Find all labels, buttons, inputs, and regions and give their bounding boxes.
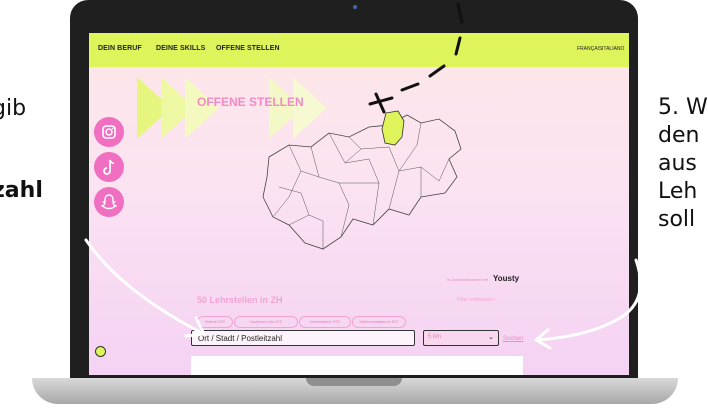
dashed-path-segment	[428, 64, 446, 78]
dashed-path-segment	[456, 2, 464, 24]
dashed-path-segment	[454, 36, 462, 56]
dashed-path-segment	[400, 82, 420, 92]
arrow-right-annotation	[536, 258, 642, 342]
annotation-overlay	[84, 2, 642, 350]
arrow-left-annotation	[84, 238, 202, 334]
